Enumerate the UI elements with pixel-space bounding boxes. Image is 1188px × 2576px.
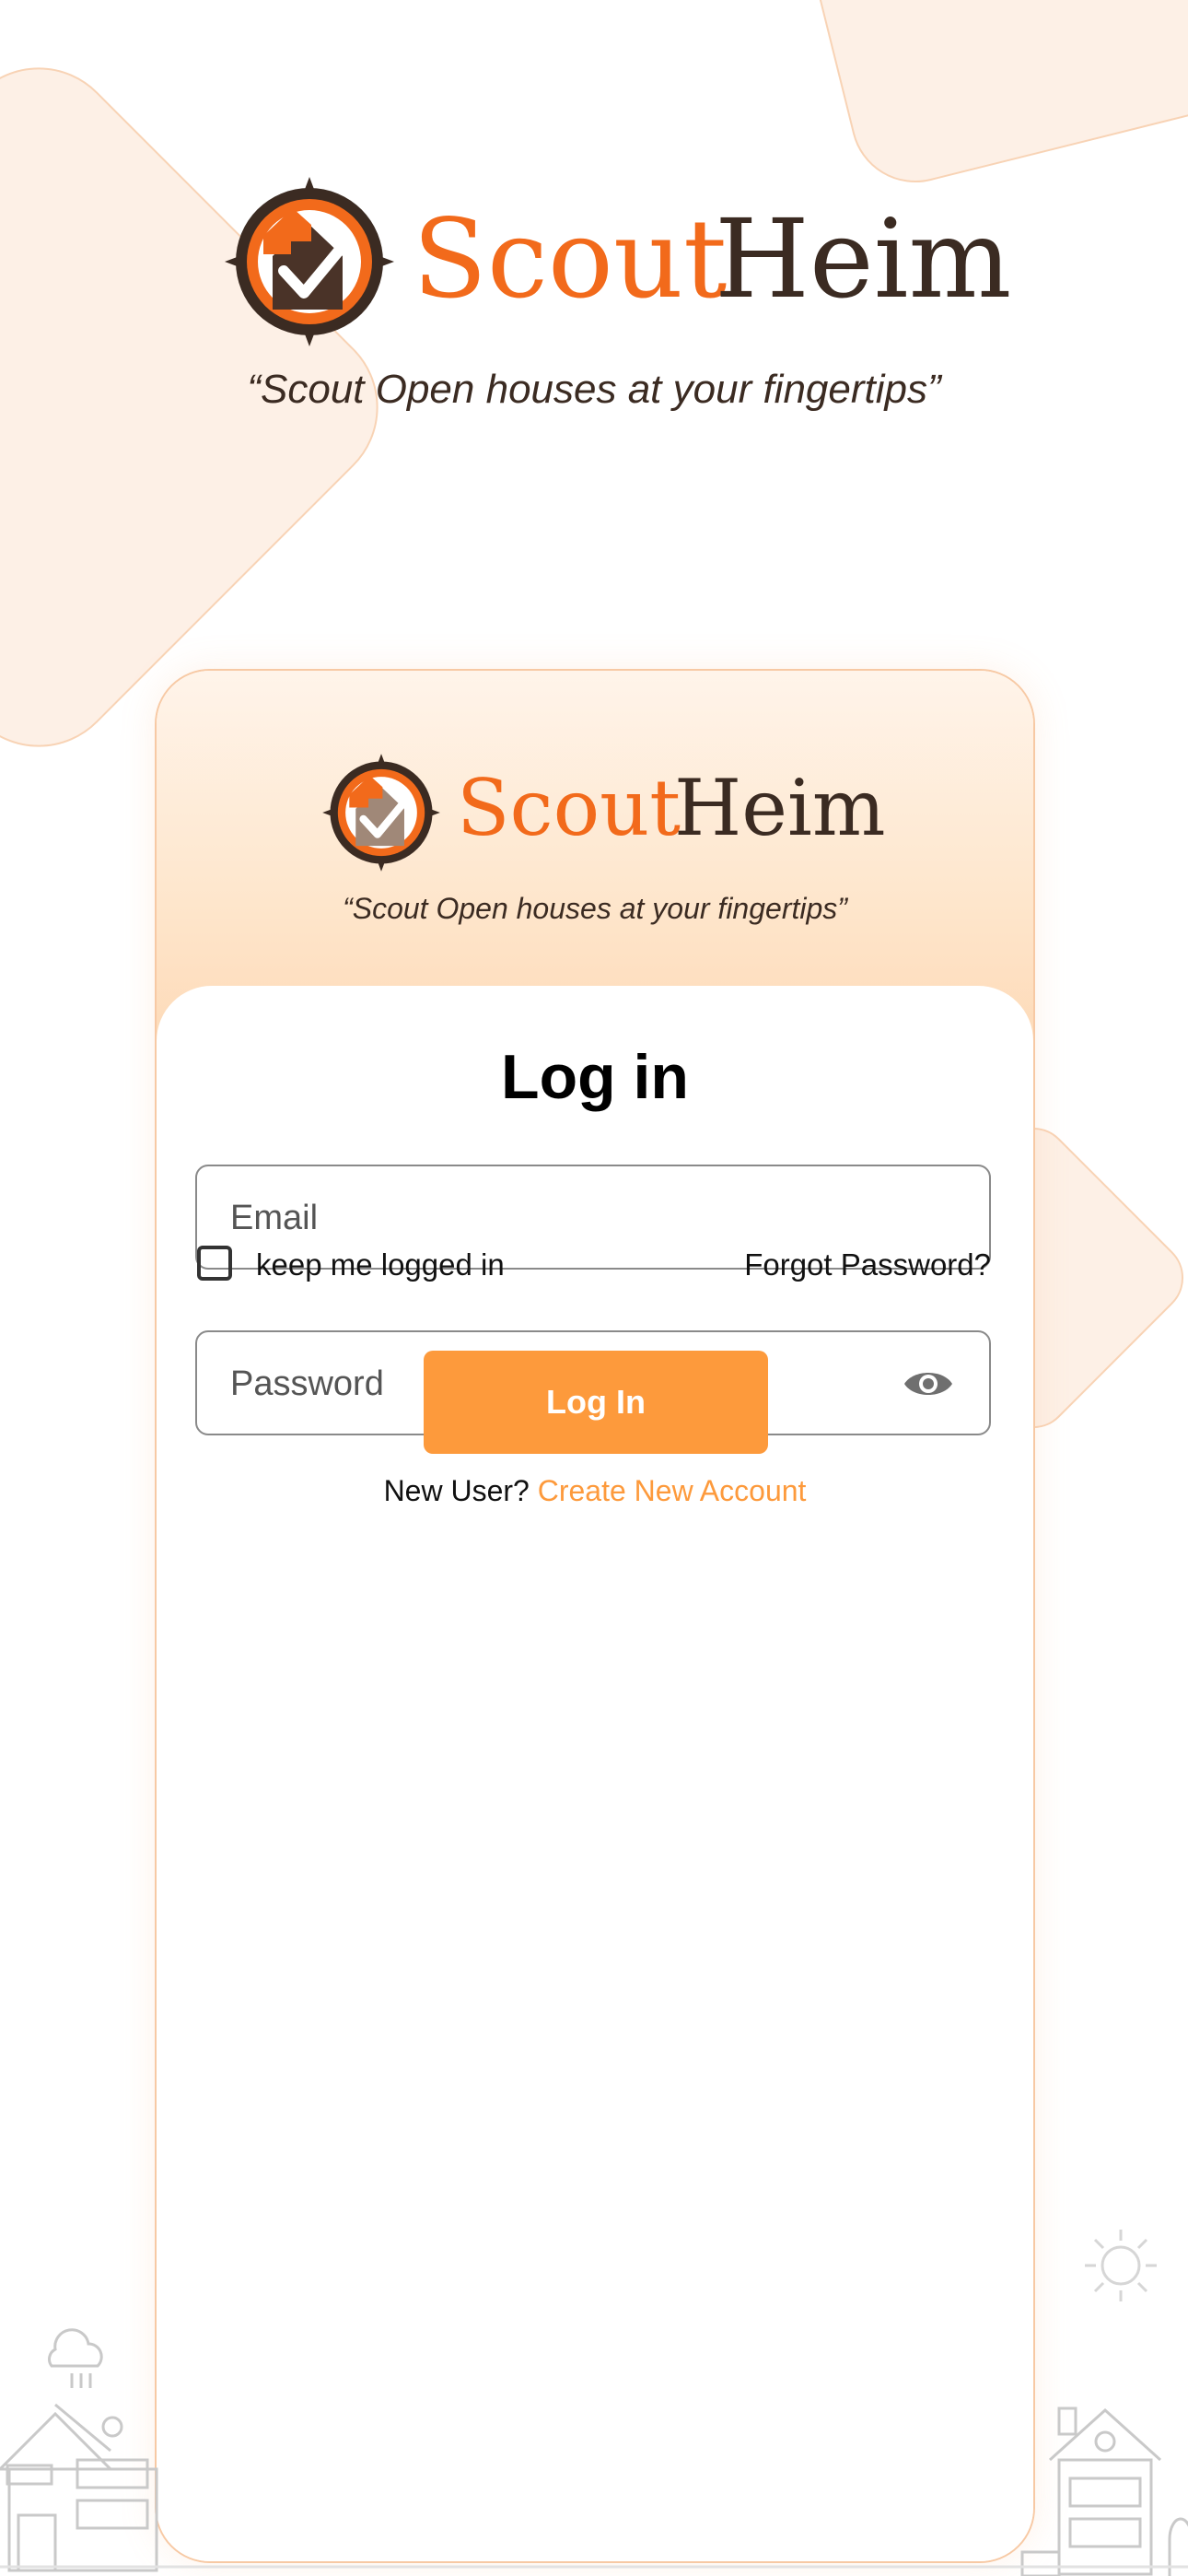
compass-house-logo-icon: [225, 177, 394, 346]
remember-me-checkbox[interactable]: [197, 1246, 232, 1281]
new-user-text: New User?: [383, 1474, 530, 1507]
brand-word-scout: Scout: [457, 763, 681, 853]
card-tagline: “Scout Open houses at your fingertips”: [343, 892, 847, 925]
street-line-decoration: [0, 2565, 1188, 2569]
forgot-password-link[interactable]: Forgot Password?: [744, 1247, 991, 1282]
login-form: Log in keep me logged in Forgot Password…: [157, 986, 1033, 2561]
login-card: Scout Heim “Scout Open houses at your fi…: [155, 669, 1035, 2563]
login-title: Log in: [501, 1042, 689, 1112]
login-button[interactable]: Log In: [424, 1351, 768, 1454]
brand-word-scout: Scout: [413, 195, 728, 322]
remember-me-label: keep me logged in: [256, 1247, 505, 1282]
brand-word-heim: Heim: [674, 763, 886, 853]
tagline: “Scout Open houses at your fingertips”: [247, 367, 941, 412]
background-shape-top-right: [769, 0, 1188, 196]
compass-house-logo-icon: [322, 754, 440, 872]
house-illustration-right-icon: [1020, 2406, 1188, 2576]
eye-icon[interactable]: [903, 1365, 954, 1402]
sun-icon: [1085, 2230, 1157, 2301]
create-account-link[interactable]: Create New Account: [538, 1474, 807, 1507]
new-user-row: New User? Create New Account: [157, 1474, 1033, 1508]
brand-word-heim: Heim: [715, 195, 1012, 322]
house-illustration-left-icon: [0, 2328, 158, 2572]
